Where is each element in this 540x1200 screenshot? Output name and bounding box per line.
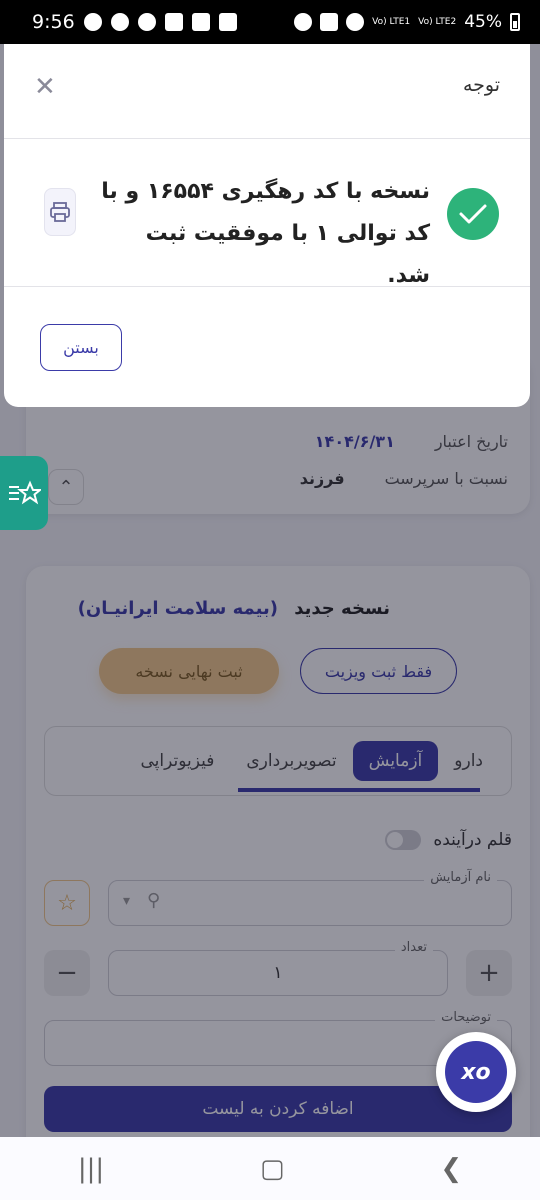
- alarm-icon: [294, 13, 313, 31]
- dialog-body: نسخه با کد رهگیری ۱۶۵۵۴ و با کد توالی ۱ …: [4, 139, 530, 288]
- x-icon: [191, 13, 210, 31]
- print-button[interactable]: [44, 188, 76, 236]
- wifi-icon: [346, 13, 365, 31]
- sim1-label: Vo) LTE1: [372, 16, 411, 27]
- pinterest-icon: [137, 13, 156, 31]
- status-time: 9:56: [32, 11, 75, 33]
- printer-icon: [50, 202, 70, 222]
- check-icon: [447, 188, 499, 240]
- dialog-title: توجه: [462, 74, 500, 96]
- success-dialog: توجه ✕ نسخه با کد رهگیری ۱۶۵۵۴ و با کد ت…: [4, 44, 530, 407]
- sim2-label: Vo) LTE2: [418, 16, 457, 27]
- dialog-message: نسخه با کد رهگیری ۱۶۵۵۴ و با کد توالی ۱ …: [101, 179, 430, 288]
- instagram-icon: [164, 13, 183, 31]
- back-icon[interactable]: ❮: [440, 1154, 462, 1184]
- favorites-tab[interactable]: [0, 456, 48, 530]
- close-icon[interactable]: ✕: [34, 72, 56, 102]
- recent-apps-icon[interactable]: |||: [78, 1154, 104, 1184]
- close-button[interactable]: بستن: [40, 324, 122, 371]
- dialog-header: توجه ✕: [4, 44, 530, 139]
- chat-icon: [110, 13, 129, 31]
- battery-icon: [510, 13, 520, 31]
- system-nav-bar: ||| ▢ ❮: [0, 1137, 540, 1200]
- chat-logo-icon: xo: [445, 1041, 507, 1103]
- star-list-icon: [9, 480, 41, 505]
- support-chat-button[interactable]: xo: [436, 1032, 516, 1112]
- whatsapp-icon: [83, 13, 102, 31]
- status-bar: 9:56 Vo) LTE1 Vo) LTE2 45%: [0, 0, 540, 44]
- gallery-icon: [218, 13, 237, 31]
- battery-percent: 45%: [464, 12, 502, 32]
- mute-icon: [320, 13, 339, 31]
- home-icon[interactable]: ▢: [260, 1154, 285, 1184]
